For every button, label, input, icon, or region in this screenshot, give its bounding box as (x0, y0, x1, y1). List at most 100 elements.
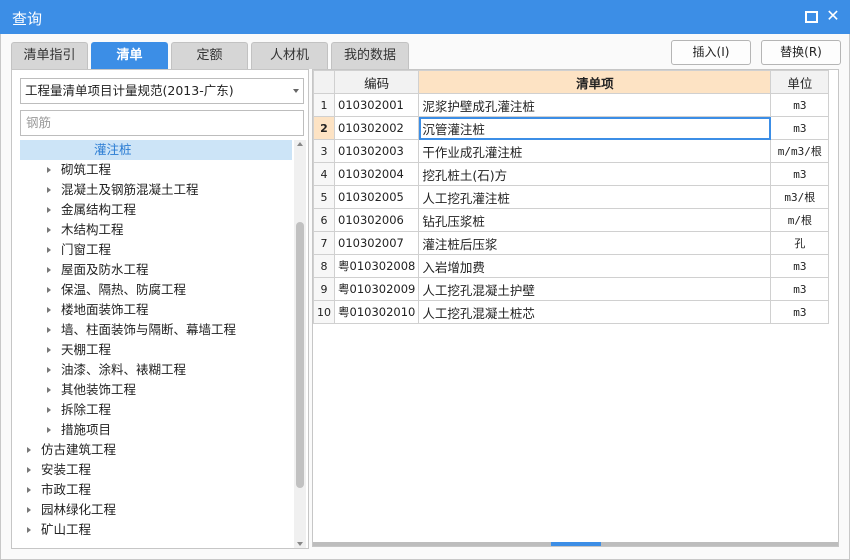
tree-item[interactable]: 灌注桩 (20, 140, 292, 160)
table-row[interactable]: 4 010302004 挖孔桩土(石)方 m3 (313, 162, 830, 186)
tab-my-data[interactable]: 我的数据 (331, 42, 409, 69)
cell-code[interactable]: 010302004 (333, 162, 420, 186)
table-row[interactable]: 5 010302005 人工挖孔灌注桩 m3/根 (313, 185, 830, 209)
cell-name[interactable]: 灌注桩后压浆 (418, 231, 772, 255)
chevron-right-icon[interactable] (47, 407, 51, 413)
cell-name[interactable]: 人工挖孔灌注桩 (418, 185, 772, 209)
tree-item[interactable]: 屋面及防水工程 (20, 260, 292, 280)
table-row[interactable]: 2 010302002 沉管灌注桩 m3 (313, 116, 830, 140)
close-icon[interactable]: ✕ (826, 8, 840, 24)
tree-item[interactable]: 矿山工程 (20, 520, 292, 540)
tree-item[interactable]: 园林绿化工程 (20, 500, 292, 520)
row-number[interactable]: 1 (313, 93, 335, 117)
scroll-up-icon[interactable] (297, 142, 303, 146)
table-row[interactable]: 9 粤010302009 人工挖孔混凝土护壁 m3 (313, 277, 830, 301)
chevron-right-icon[interactable] (27, 467, 31, 473)
cell-code[interactable]: 010302002 (333, 116, 420, 140)
table-row[interactable]: 8 粤010302008 入岩增加费 m3 (313, 254, 830, 278)
chevron-right-icon[interactable] (47, 167, 51, 173)
chevron-right-icon[interactable] (47, 327, 51, 333)
tree-item[interactable]: 仿古建筑工程 (20, 440, 292, 460)
tree-item[interactable]: 措施项目 (20, 420, 292, 440)
chevron-right-icon[interactable] (47, 187, 51, 193)
horizontal-scrollbar[interactable] (313, 542, 838, 546)
tree-item[interactable]: 拆除工程 (20, 400, 292, 420)
row-number[interactable]: 5 (313, 185, 335, 209)
cell-unit[interactable]: m3 (770, 277, 830, 301)
cell-name[interactable]: 泥浆护壁成孔灌注桩 (418, 93, 772, 117)
column-header-unit[interactable]: 单位 (770, 70, 830, 94)
chevron-right-icon[interactable] (47, 427, 51, 433)
spec-select[interactable]: 工程量清单项目计量规范(2013-广东) (20, 78, 304, 104)
row-number[interactable]: 7 (313, 231, 335, 255)
row-number[interactable]: 9 (313, 277, 335, 301)
table-row[interactable]: 6 010302006 钻孔压浆桩 m/根 (313, 208, 830, 232)
chevron-right-icon[interactable] (27, 507, 31, 513)
cell-code[interactable]: 粤010302010 (333, 300, 420, 324)
cell-name[interactable]: 沉管灌注桩 (418, 116, 772, 140)
chevron-right-icon[interactable] (47, 287, 51, 293)
tree-item[interactable]: 门窗工程 (20, 240, 292, 260)
chevron-right-icon[interactable] (47, 267, 51, 273)
chevron-right-icon[interactable] (27, 487, 31, 493)
maximize-icon[interactable] (803, 9, 818, 23)
row-number[interactable]: 2 (313, 116, 335, 140)
table-row[interactable]: 3 010302003 干作业成孔灌注桩 m/m3/根 (313, 139, 830, 163)
splitter-grip[interactable] (551, 542, 601, 546)
cell-name[interactable]: 人工挖孔混凝土桩芯 (418, 300, 772, 324)
tree-item[interactable]: 楼地面装饰工程 (20, 300, 292, 320)
cell-unit[interactable]: 孔 (770, 231, 830, 255)
chevron-right-icon[interactable] (27, 447, 31, 453)
chevron-right-icon[interactable] (47, 247, 51, 253)
cell-code[interactable]: 010302001 (333, 93, 420, 117)
tree-item[interactable]: 油漆、涂料、裱糊工程 (20, 360, 292, 380)
tree-item[interactable]: 天棚工程 (20, 340, 292, 360)
cell-code[interactable]: 010302007 (333, 231, 420, 255)
cell-unit[interactable]: m/根 (770, 208, 830, 232)
tree-item[interactable]: 木结构工程 (20, 220, 292, 240)
chevron-right-icon[interactable] (27, 527, 31, 533)
cell-name[interactable]: 钻孔压浆桩 (418, 208, 772, 232)
chevron-right-icon[interactable] (47, 347, 51, 353)
cell-code[interactable]: 010302006 (333, 208, 420, 232)
row-number[interactable]: 10 (313, 300, 335, 324)
cell-code[interactable]: 粤010302008 (333, 254, 420, 278)
chevron-right-icon[interactable] (47, 307, 51, 313)
insert-button[interactable]: 插入(I) (671, 40, 751, 65)
row-number[interactable]: 6 (313, 208, 335, 232)
cell-name[interactable]: 入岩增加费 (418, 254, 772, 278)
cell-unit[interactable]: m3 (770, 162, 830, 186)
cell-unit[interactable]: m3 (770, 300, 830, 324)
tree-item[interactable]: 保温、隔热、防腐工程 (20, 280, 292, 300)
cell-unit[interactable]: m3 (770, 93, 830, 117)
cell-code[interactable]: 010302005 (333, 185, 420, 209)
column-header-name[interactable]: 清单项 (418, 70, 772, 94)
cell-code[interactable]: 粤010302009 (333, 277, 420, 301)
cell-name[interactable]: 干作业成孔灌注桩 (418, 139, 772, 163)
cell-unit[interactable]: m3 (770, 254, 830, 278)
cell-name[interactable]: 挖孔桩土(石)方 (418, 162, 772, 186)
chevron-right-icon[interactable] (47, 367, 51, 373)
tab-labor-material-machine[interactable]: 人材机 (251, 42, 328, 69)
tree-item[interactable]: 金属结构工程 (20, 200, 292, 220)
table-row[interactable]: 7 010302007 灌注桩后压浆孔 (313, 231, 830, 255)
chevron-right-icon[interactable] (47, 227, 51, 233)
row-number[interactable]: 4 (313, 162, 335, 186)
replace-button[interactable]: 替换(R) (761, 40, 841, 65)
row-number[interactable]: 8 (313, 254, 335, 278)
tree-item[interactable]: 安装工程 (20, 460, 292, 480)
chevron-down-icon[interactable] (293, 89, 299, 93)
cell-unit[interactable]: m3 (770, 116, 830, 140)
tree-item[interactable]: 混凝土及钢筋混凝土工程 (20, 180, 292, 200)
tab-quota[interactable]: 定额 (171, 42, 248, 69)
tree-item[interactable]: 砌筑工程 (20, 160, 292, 180)
table-row[interactable]: 10 粤010302010 人工挖孔混凝土桩芯 m3 (313, 300, 830, 324)
scroll-down-icon[interactable] (297, 542, 303, 546)
tree-item[interactable]: 墙、柱面装饰与隔断、幕墙工程 (20, 320, 292, 340)
tree-item[interactable]: 市政工程 (20, 480, 292, 500)
cell-code[interactable]: 010302003 (333, 139, 420, 163)
table-row[interactable]: 1 010302001 泥浆护壁成孔灌注桩 m3 (313, 93, 830, 117)
tree-item[interactable]: 构筑物工程 (20, 540, 292, 542)
chevron-right-icon[interactable] (47, 387, 51, 393)
cell-name[interactable]: 人工挖孔混凝土护壁 (418, 277, 772, 301)
